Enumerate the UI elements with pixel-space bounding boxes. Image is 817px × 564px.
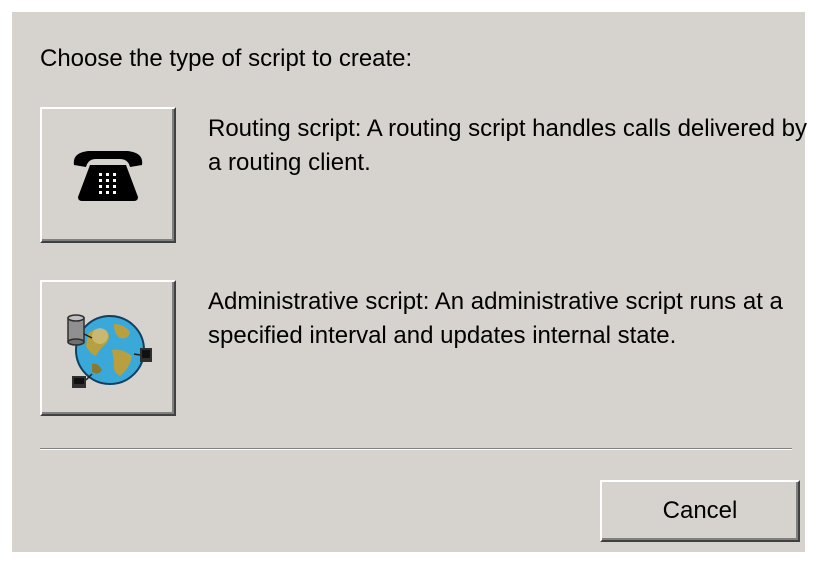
dialog-prompt: Choose the type of script to create: xyxy=(40,45,413,72)
routing-script-description: Routing script: A routing script handles… xyxy=(208,115,807,176)
administrative-script-description: Administrative script: An administrative… xyxy=(208,288,783,349)
telephone-icon xyxy=(42,109,174,241)
globe-network-icon xyxy=(42,282,174,414)
administrative-script-button[interactable] xyxy=(40,280,176,416)
separator xyxy=(40,448,792,450)
script-type-dialog: Choose the type of script to create: Rou… xyxy=(12,12,807,552)
routing-script-button[interactable] xyxy=(40,107,176,243)
cancel-button[interactable]: Cancel xyxy=(600,480,800,542)
